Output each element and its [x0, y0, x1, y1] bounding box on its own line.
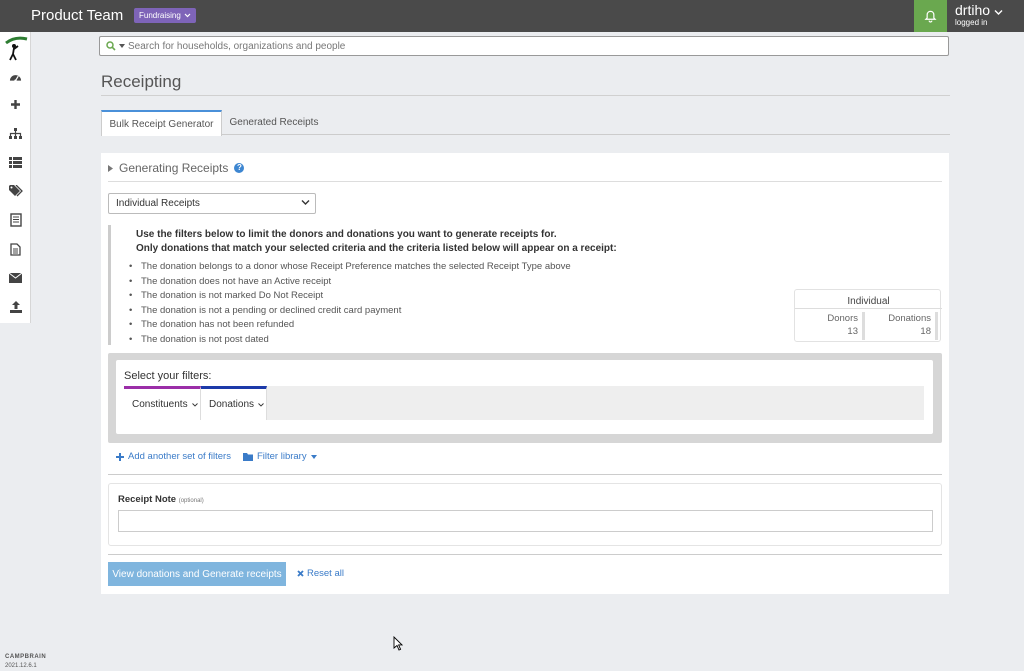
tab-bulk-receipt-generator[interactable]: Bulk Receipt Generator [101, 110, 222, 136]
chevron-down-icon [191, 402, 198, 407]
folder-icon [242, 452, 253, 461]
divider [108, 554, 942, 555]
tab-bar: Bulk Receipt Generator Generated Receipt… [101, 110, 950, 136]
help-icon[interactable]: ? [234, 163, 245, 173]
info-line-1: Use the filters below to limit the donor… [136, 229, 557, 240]
donors-label: Donors [827, 313, 858, 324]
stats-heading: Individual [847, 296, 890, 307]
donors-count: 13 [847, 326, 858, 337]
list-icon[interactable] [0, 148, 31, 176]
tags-icon[interactable] [0, 177, 31, 205]
constituents-filter-tab[interactable]: Constituents [124, 386, 201, 420]
mouse-cursor-icon [393, 636, 403, 651]
donations-label: Donations [888, 313, 931, 324]
bell-icon [924, 10, 937, 23]
sidebar [0, 32, 31, 323]
chevron-down-icon [301, 200, 310, 205]
generate-receipts-button[interactable]: View donations and Generate receipts [108, 562, 286, 586]
caret-down-icon [310, 454, 317, 459]
filter-tab-bar: Constituents Donations [124, 386, 924, 420]
receipt-type-value: Individual Receipts [116, 198, 200, 209]
user-name: drtiho [955, 2, 991, 18]
envelope-icon[interactable] [0, 264, 31, 292]
receipt-note-title: Receipt Note [118, 494, 177, 505]
document-icon[interactable] [0, 235, 31, 263]
divider [108, 181, 942, 182]
list-item: The donation is not a pending or decline… [129, 304, 693, 319]
app-title: Product Team [31, 7, 124, 24]
plus-icon[interactable] [0, 90, 31, 118]
user-status: logged in [955, 18, 988, 27]
filter-library-link[interactable]: Filter library [242, 451, 317, 462]
stats-card: Individual Donors 13 Donations 18 [794, 289, 942, 342]
page-title: Receipting [101, 72, 182, 91]
reset-all-label: Reset all [307, 568, 344, 579]
report-icon[interactable] [0, 206, 31, 234]
plus-icon [116, 452, 124, 461]
donations-filter-tab[interactable]: Donations [201, 386, 267, 420]
tab-generated-receipts[interactable]: Generated Receipts [222, 110, 326, 135]
list-item: The donation belongs to a donor whose Re… [129, 260, 693, 275]
dashboard-icon[interactable] [0, 62, 31, 90]
divider [795, 308, 942, 309]
caret-down-icon [119, 44, 125, 48]
add-filter-set-label: Add another set of filters [128, 451, 231, 462]
list-item: The donation is not marked Do Not Receip… [129, 289, 693, 304]
user-menu[interactable]: drtiho logged in [955, 2, 990, 27]
module-badge[interactable]: Fundraising [134, 8, 196, 23]
close-icon [297, 570, 304, 577]
search-icon [106, 41, 116, 51]
list-item: The donation is not post dated [129, 333, 693, 348]
criteria-list: The donation belongs to a donor whose Re… [129, 260, 693, 348]
chevron-down-icon [258, 402, 264, 407]
donors-stat: Donors 13 [798, 312, 865, 340]
generating-receipts-toggle[interactable]: Generating Receipts ? [108, 161, 245, 175]
criteria-info: Use the filters below to limit the donor… [108, 225, 693, 348]
module-badge-label: Fundraising [139, 11, 181, 20]
filter-links: Add another set of filters Filter librar… [116, 451, 317, 462]
receipt-type-select[interactable]: Individual Receipts [108, 193, 316, 214]
upload-icon[interactable] [0, 293, 31, 321]
top-bar: Product Team Fundraising drtiho logged i… [0, 0, 1024, 32]
filter-set: Select your filters: Constituents Donati… [108, 353, 942, 443]
sitemap-icon[interactable] [0, 119, 31, 147]
filters-label: Select your filters: [124, 370, 212, 382]
divider [101, 95, 950, 96]
logo-icon[interactable] [0, 34, 31, 62]
constituents-filter-label: Constituents [132, 399, 188, 410]
version-number: 2021.12.6.1 [5, 663, 37, 669]
footer: CAMPBRAIN 2021.12.6.1 [5, 653, 46, 671]
caret-right-icon [108, 164, 113, 172]
donations-filter-label: Donations [209, 399, 255, 410]
add-filter-set-link[interactable]: Add another set of filters [116, 451, 231, 462]
notifications-button[interactable] [914, 0, 947, 32]
list-item: The donation does not have an Active rec… [129, 275, 693, 290]
chevron-down-icon[interactable] [994, 9, 1003, 16]
list-item: The donation has not been refunded [129, 318, 693, 333]
donations-count: 18 [920, 326, 931, 337]
info-line-2: Only donations that match your selected … [136, 243, 617, 254]
filter-set-inner: Select your filters: Constituents Donati… [116, 360, 933, 434]
search-bar[interactable] [99, 36, 949, 56]
receipt-note-input[interactable] [118, 510, 933, 532]
filter-library-label: Filter library [256, 451, 307, 462]
divider [108, 474, 942, 475]
section-heading: Generating Receipts [119, 161, 229, 175]
brand-logo: CAMPBRAIN [5, 654, 47, 660]
search-input[interactable] [128, 40, 908, 52]
receipt-note-label: Receipt Note (optional) [118, 494, 204, 505]
reset-all-link[interactable]: Reset all [297, 568, 344, 579]
chevron-down-icon [184, 13, 191, 18]
optional-hint: (optional) [178, 498, 204, 504]
receipt-note-section: Receipt Note (optional) [108, 483, 942, 546]
main-panel: Generating Receipts ? Individual Receipt… [101, 153, 949, 594]
donations-stat: Donations 18 [871, 312, 938, 340]
